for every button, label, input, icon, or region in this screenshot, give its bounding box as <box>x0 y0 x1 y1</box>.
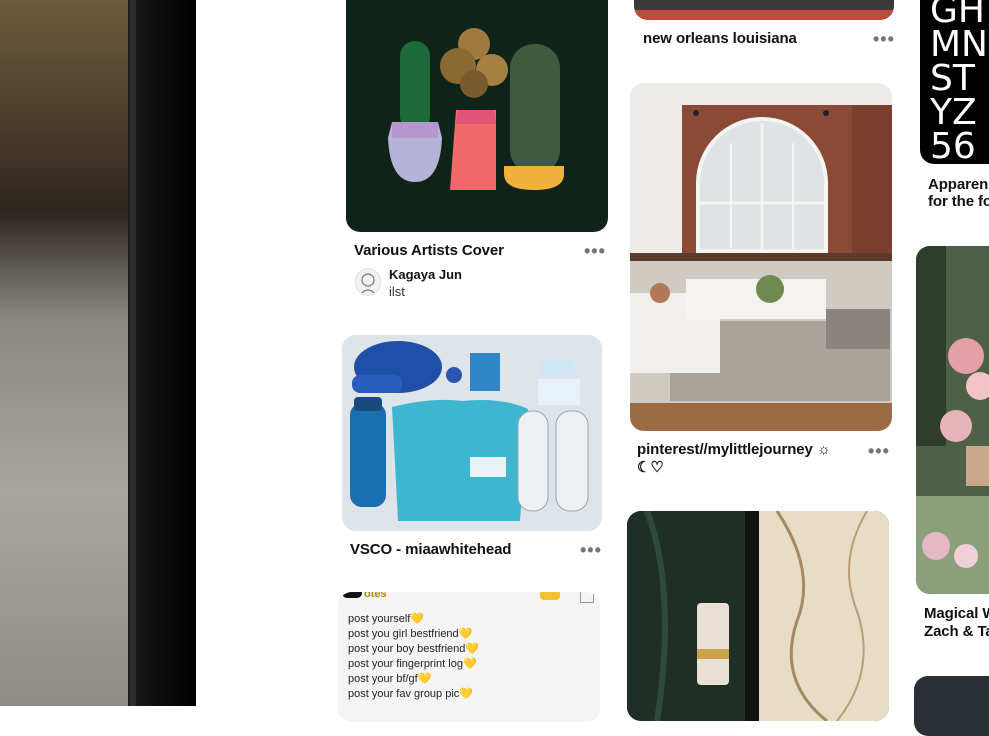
more-options-button[interactable]: ••• <box>873 30 895 48</box>
background-wall <box>0 0 140 706</box>
author-subtitle: ilst <box>389 284 405 299</box>
pin-image-various-artists[interactable] <box>346 0 608 232</box>
pin-title[interactable]: VSCO - miaawhitehead <box>350 541 511 558</box>
pin-image-interior[interactable] <box>630 83 892 431</box>
avatar-sketch-icon <box>360 273 376 295</box>
sticker-icon <box>540 592 560 600</box>
pin-title[interactable]: new orleans louisiana <box>643 30 797 47</box>
monitor-bezel <box>128 0 196 706</box>
notes-line: post your bf/gf💛 <box>348 673 432 685</box>
pin-title[interactable]: Various Artists Cover <box>354 242 504 259</box>
pin-image-notes[interactable]: otes post yourself💛 post you girl bestfr… <box>338 592 600 722</box>
notes-line: post you girl bestfriend💛 <box>348 628 473 640</box>
typography-letters: ST <box>930 58 975 99</box>
typography-letters: MN <box>930 24 988 65</box>
pin-title-line2: Zach & Ta <box>924 623 989 640</box>
pin-image-vsco[interactable] <box>342 335 602 531</box>
pin-title-line2: for the fo <box>928 193 989 210</box>
more-options-button[interactable]: ••• <box>584 242 606 260</box>
interior-photo <box>630 83 892 431</box>
author-name[interactable]: Kagaya Jun <box>389 267 462 282</box>
pin-image-partial[interactable] <box>914 676 989 736</box>
pin-image-new-orleans[interactable] <box>634 0 894 20</box>
more-options-button[interactable]: ••• <box>580 541 602 559</box>
notes-line: post yourself💛 <box>348 613 425 625</box>
monitor-bezel-edge <box>130 0 136 706</box>
pin-title[interactable]: Magical W <box>924 605 989 622</box>
notes-header: otes <box>364 592 387 600</box>
share-icon <box>580 592 594 603</box>
notes-line: post your fav group pic💛 <box>348 688 473 700</box>
notes-line: post your boy bestfriend💛 <box>348 643 480 655</box>
pin-title-line2: ☾♡ <box>637 459 664 476</box>
cactus-illustration <box>388 28 564 190</box>
marble-photo <box>627 511 889 721</box>
typography-letters: 56 <box>930 126 976 165</box>
pin-image-typography[interactable]: GH MN ST YZ 56 <box>920 0 989 164</box>
more-options-button[interactable]: ••• <box>868 442 890 460</box>
pin-image-flowers[interactable] <box>916 246 989 594</box>
notes-avatar <box>342 592 362 598</box>
pin-title[interactable]: Apparen <box>928 176 988 193</box>
pin-title[interactable]: pinterest//mylittlejourney ☼ <box>637 441 831 458</box>
flatlay-photo <box>342 335 602 531</box>
notes-line: post your fingerprint log💛 <box>348 658 477 670</box>
avatar[interactable] <box>355 268 381 296</box>
typography-letters: YZ <box>930 92 977 133</box>
flowers-photo <box>916 246 989 594</box>
pin-image-marble[interactable] <box>627 511 889 721</box>
